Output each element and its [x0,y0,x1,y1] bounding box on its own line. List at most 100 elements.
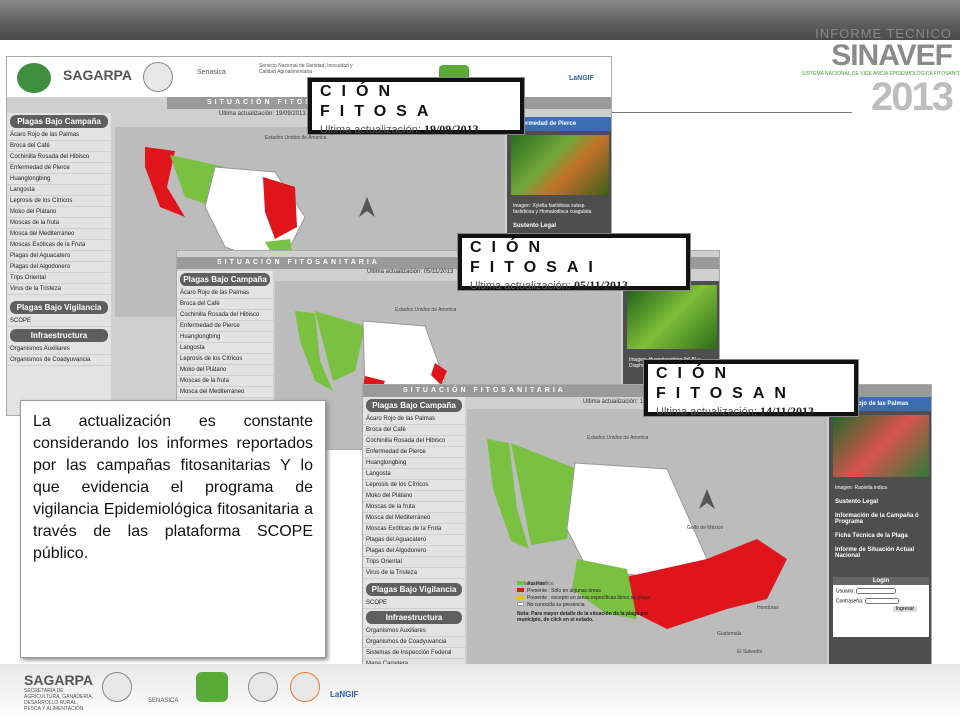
sidebar-item[interactable]: Moko del Plátano [177,365,273,376]
sidebar-item[interactable]: Plagas del Algodonero [363,546,465,557]
sidebar-item[interactable]: Leprosis de los Cítricos [177,354,273,365]
sidebar-item[interactable]: Plagas del Aguacatero [363,535,465,546]
sidebar-item[interactable]: Enfermedad de Pierce [7,163,111,174]
sidebar-item[interactable]: Ácaro Rojo de las Palmas [363,414,465,425]
senasica-text: Servicio Nacional de Sanidad, Inocuidad … [259,63,353,75]
zoom-title: CIÓN FITOSA [320,83,439,120]
infra-title: Infraestructura [10,329,108,342]
sidebar-item[interactable]: Mosca del Mediterráneo [7,229,111,240]
update-label: Ultima actualización: 19/09/2013 [219,111,306,117]
sidebar-item[interactable]: Broca del Café [363,425,465,436]
sidebar-item[interactable]: Virus de la Tristeza [7,284,111,295]
sidebar-item[interactable]: Sistemas de Inspección Federal [363,648,465,659]
scope-link[interactable]: SCOPE [363,598,465,609]
sidebar-item[interactable]: Moscas Exóticas de la Fruta [7,240,111,251]
zoom-title: CIÓN FITOSAI [470,239,603,276]
login-title: Login [833,577,929,585]
zoom-update: Ultima actualización: 19/09/2013 [320,122,479,136]
zoom-callout-2: CIÓN FITOSAI Ultima actualización: 05/11… [458,234,690,292]
login-user-row: Usuario: [833,585,929,598]
sidebar-item[interactable]: Moscas Exóticas de la Fruta [363,524,465,535]
password-input[interactable] [864,597,899,604]
scope-link[interactable]: SCOPE [7,316,111,327]
sidebar-item[interactable]: Organismos de Coadyuvancia [363,637,465,648]
sidebar-item[interactable]: Langosta [363,469,465,480]
legend-row: No conocida su presencia [517,602,657,608]
infra-item[interactable]: Organismos de Coadyuvancia [7,355,111,366]
sidebar-item[interactable]: Huanglongbing [7,174,111,185]
sidebar-item[interactable]: Ácaro Rojo de las Palmas [7,130,111,141]
sidebar-item[interactable]: Mosca del Mediterráneo [177,387,273,398]
sidebar-item[interactable]: Trips Oriental [363,557,465,568]
sidebar-item[interactable]: Broca del Café [177,299,273,310]
sidebar-item[interactable]: Mosca del Mediterráneo [363,513,465,524]
campaign-list: Ácaro Rojo de las Palmas Broca del Café Co… [177,288,273,398]
usa-label: Estados Unidos de America [587,435,649,441]
sidebar-item[interactable]: Langosta [7,185,111,196]
sidebar-item[interactable]: Huanglongbing [177,332,273,343]
sinavef-brand: INFORME TECNICO SINAVEF SISTEMA NACIONAL… [802,26,960,126]
login-button[interactable]: Ingresar [893,606,917,612]
legend-row: Presente : excepto en áreas específicas … [517,595,657,601]
login-box: Login Usuario: Contraseña: Ingresar [833,577,929,637]
sidebar-item[interactable]: Enfermedad de Pierce [363,447,465,458]
legal-link[interactable]: Sustento Legal [829,495,931,509]
sidebar-item[interactable]: Ácaro Rojo de las Palmas [177,288,273,299]
sidebar-item[interactable]: Plagas del Algodonero [7,262,111,273]
campaign-title: Plagas Bajo Campaña [180,273,270,286]
sidebar: Plagas Bajo Campaña Ácaro Rojo de las Pa… [7,113,111,415]
sidebar-item[interactable]: Cochinilla Rosada del Hibisco [363,436,465,447]
description-text: La actualización es constante consideran… [20,400,326,658]
campaign-list: Ácaro Rojo de las Palmas Broca del Café Co… [7,130,111,295]
sidebar-item[interactable]: Langosta [177,343,273,354]
sidebar-item[interactable]: Cochinilla Rosada del Hibisco [177,310,273,321]
sidebar-item[interactable]: Organismos Auxiliares [363,626,465,637]
report-link[interactable]: Informe de Situación Actual Nacional [829,543,931,563]
sidebar: Plagas Bajo Campaña Ácaro Rojo de las Pa… [363,397,465,693]
mexico-map[interactable]: Estados Unidos de America Golfo de Méxic… [467,409,827,694]
mexico-seal-icon [102,672,132,702]
divider [612,112,852,113]
report-line2: SINAVEF [831,39,953,72]
sidebar-item[interactable]: Broca del Café [7,141,111,152]
sidebar-item[interactable]: Leprosis de los Cítricos [363,480,465,491]
fact-sheet-link[interactable]: Ficha Técnica de la Plaga [829,529,931,543]
sidebar-item[interactable]: Moko del Plátano [7,207,111,218]
senasica-logo: Senasica [197,69,226,76]
zoom-callout-3: CIÓN FITOSAN Ultima actualización: 14/11… [644,360,858,418]
legal-link[interactable]: Sustento Legal [507,219,611,233]
sagarpa-footer-logo: SAGARPA SECRETARÍA DE AGRICULTURA, GANAD… [24,672,94,712]
seal-icon [143,62,173,92]
sidebar-item[interactable]: Moscas de la fruta [7,218,111,229]
sidebar-item[interactable]: Leprosis de los Cítricos [7,196,111,207]
username-input[interactable] [856,588,897,594]
conacyt-icon [290,672,320,702]
vigilance-title: Plagas Bajo Vigilancia [366,583,462,596]
sidebar-item[interactable]: Enfermedad de Pierce [177,321,273,332]
sidebar-item[interactable]: Moscas de la fruta [177,376,273,387]
photo-caption: Imagen: Raoiella indica [835,485,887,491]
campaign-title: Plagas Bajo Campaña [10,115,108,128]
sidebar-item[interactable]: Plagas del Aguacatero [7,251,111,262]
campaign-info-link[interactable]: Información de la Campaña ó Programa [829,509,931,529]
zoom-update: Ultima actualización: 05/11/2013 [470,278,628,292]
sidebar-item[interactable]: Moscas de la fruta [363,502,465,513]
senasica-footer-logo: SENASICA [148,698,179,704]
sagarpa-logo: SAGARPA [63,67,132,83]
langif-footer-logo: LaNGIF [330,690,359,699]
zoom-title: CIÓN FITOSAN [656,365,796,402]
campaign-list: Ácaro Rojo de las Palmas Broca del Café Co… [363,414,465,579]
legend-swatch [517,588,524,592]
sidebar-item[interactable]: Moko del Plátano [363,491,465,502]
vigilance-title: Plagas Bajo Vigilancia [10,301,108,314]
right-panel: Ácaro Rojo de las Palmas Imagen: Raoiell… [829,397,931,693]
sidebar-item[interactable]: Virus de la Tristeza [363,568,465,579]
sidebar-item[interactable]: Huanglongbing [363,458,465,469]
infra-item[interactable]: Organismos Auxiliares [7,344,111,355]
salvador-label: El Salvador [737,649,763,655]
sidebar-item[interactable]: Trips Oriental [7,273,111,284]
gulf-label: Golfo de México [687,525,723,531]
sidebar-item[interactable]: Cochinilla Rosada del Hibisco [7,152,111,163]
legend-swatch [517,595,524,599]
photo-caption: Imagen: Xylella fastidiosa subsp. fastid… [513,203,592,215]
